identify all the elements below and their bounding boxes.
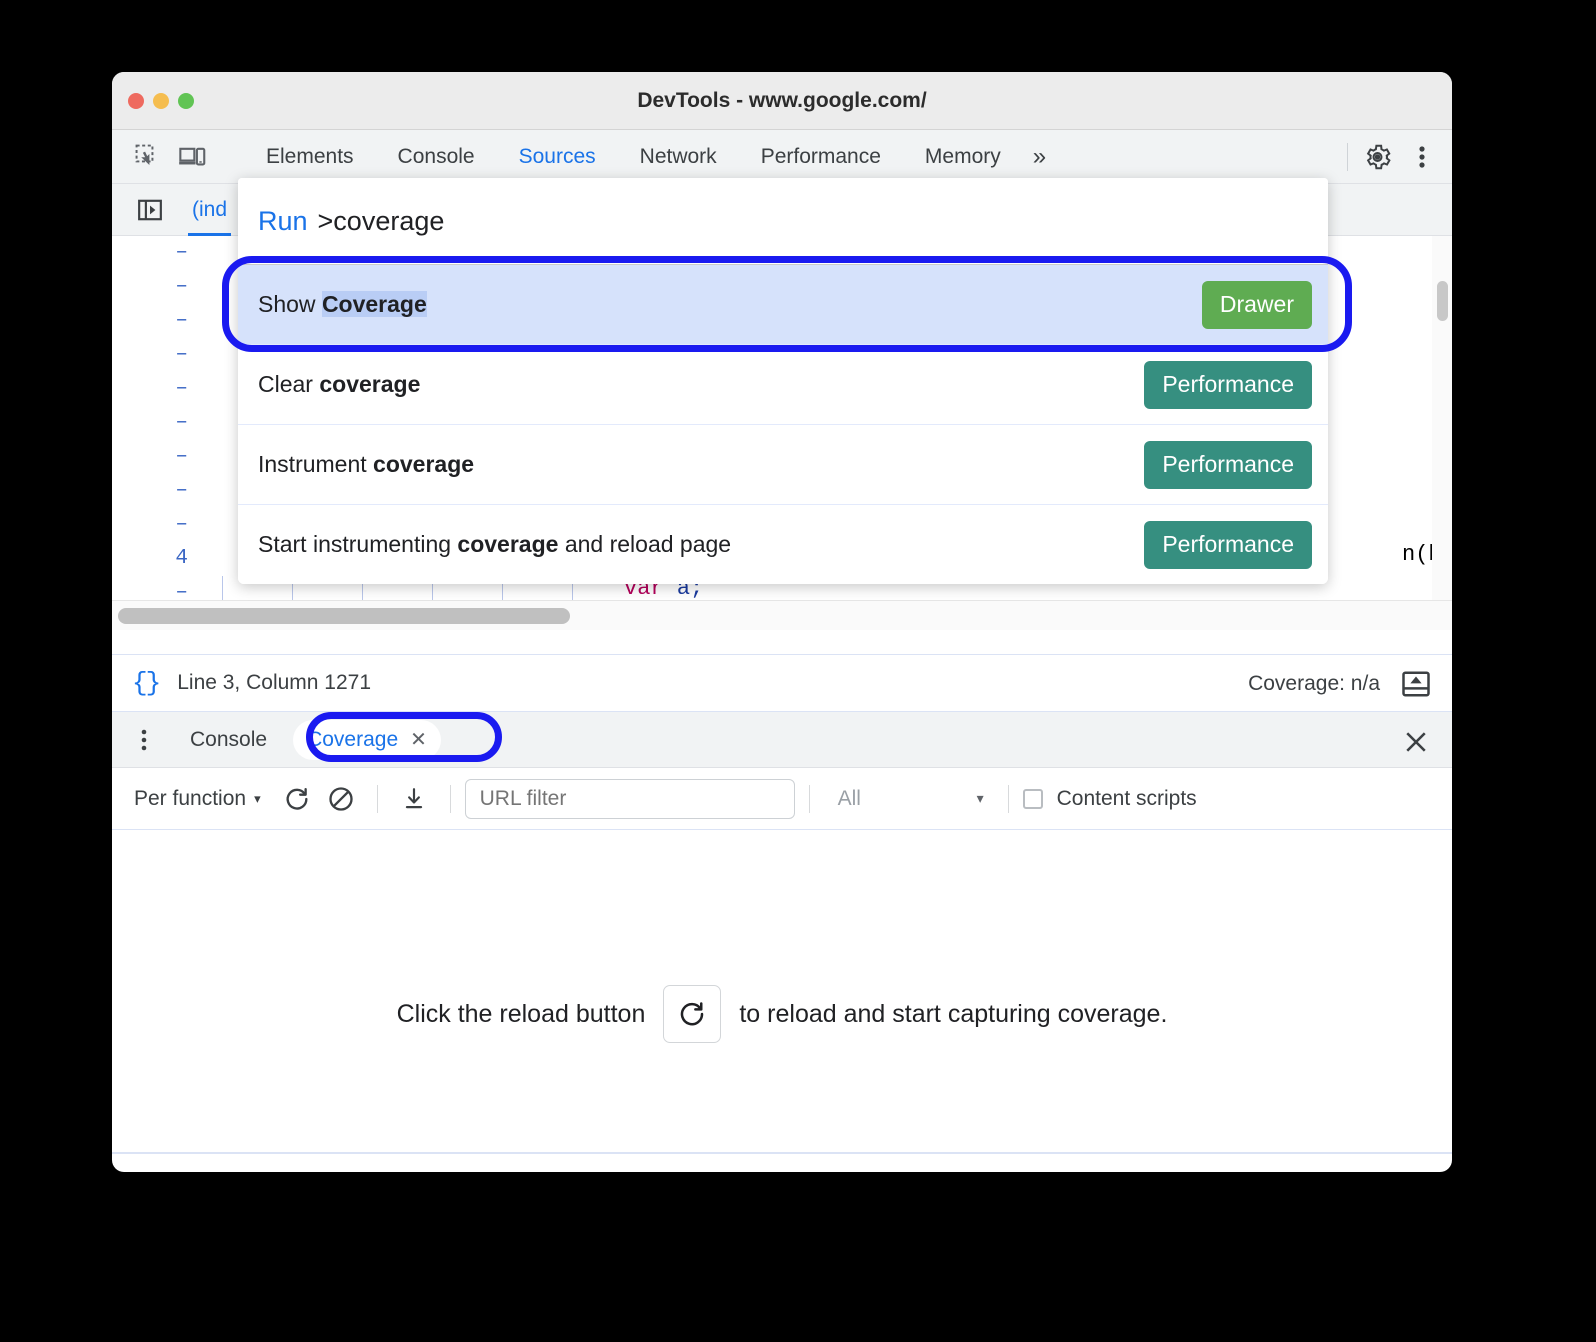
run-prefix-label: Run (258, 205, 308, 236)
cursor-position-label: Line 3, Column 1271 (177, 671, 372, 694)
command-item-badge: Performance (1144, 440, 1312, 489)
coverage-status-label: Coverage: n/a (1248, 672, 1380, 695)
line-number: – (175, 377, 188, 400)
command-item-show-coverage[interactable]: Show Coverage Drawer (238, 264, 1328, 344)
tab-network[interactable]: Network (618, 130, 739, 184)
coverage-type-filter-value: All (837, 786, 861, 810)
command-item-label: Instrument coverage (258, 451, 474, 478)
window-title: DevTools - www.google.com/ (637, 89, 927, 112)
command-item-match: coverage (457, 531, 559, 557)
line-number: – (175, 513, 188, 536)
reload-icon[interactable] (663, 985, 722, 1043)
download-icon[interactable] (392, 777, 436, 821)
command-item-text-before: Instrument (258, 451, 374, 477)
gear-icon[interactable] (1356, 135, 1400, 179)
command-item-match: coverage (319, 371, 421, 397)
devtools-tabbar: Elements Console Sources Network Perform… (112, 130, 1452, 184)
close-icon[interactable]: ✕ (410, 730, 427, 750)
tab-sources[interactable]: Sources (497, 130, 618, 184)
coverage-type-filter-select[interactable]: All ▾ (824, 787, 994, 811)
command-item-text-after: and reload page (558, 531, 732, 557)
coverage-toolbar: Per function ▾ All (112, 768, 1452, 830)
command-item-clear-coverage[interactable]: Clear coverage Performance (238, 344, 1328, 424)
more-tools-icon[interactable] (124, 720, 164, 760)
drawer-tab-label: Coverage (307, 727, 399, 751)
command-item-text-before: Clear (258, 371, 320, 397)
line-number: 4 (175, 547, 188, 570)
drawer-tabbar: Console Coverage ✕ (112, 712, 1452, 768)
coverage-mode-dropdown[interactable]: Per function ▾ (128, 787, 267, 811)
command-item-match: coverage (373, 451, 475, 477)
pretty-print-icon[interactable]: {} (132, 668, 161, 698)
chevron-down-icon: ▾ (976, 790, 984, 806)
window-titlebar: DevTools - www.google.com/ (112, 72, 1452, 130)
coverage-empty-state: Click the reload button to reload and st… (112, 830, 1452, 1150)
command-palette-input-value[interactable]: >coverage (318, 206, 445, 237)
command-item-label: Show Coverage (258, 291, 427, 318)
command-item-text-before: Start instrumenting (258, 531, 458, 557)
file-tab-index[interactable]: (ind (188, 184, 232, 236)
command-item-match: Coverage (321, 291, 427, 317)
drawer-tab-console[interactable]: Console (176, 720, 281, 760)
coverage-mode-label: Per function (134, 786, 247, 810)
command-palette-results: Show Coverage Drawer Clear coverage Perf… (238, 264, 1328, 584)
drawer-tab-label: Console (190, 727, 268, 751)
command-item-badge: Drawer (1201, 280, 1312, 329)
more-tabs-chevron-icon[interactable]: » (1023, 130, 1054, 184)
show-drawer-icon[interactable] (1394, 662, 1438, 706)
clear-icon[interactable] (319, 777, 363, 821)
command-item-badge: Performance (1144, 360, 1312, 409)
scrollbar-thumb[interactable] (1437, 281, 1448, 321)
empty-message-before: Click the reload button (396, 999, 646, 1028)
content-scripts-checkbox[interactable] (1022, 788, 1043, 809)
status-bar-right: Coverage: n/a (1248, 655, 1438, 713)
reload-icon[interactable] (275, 777, 319, 821)
divider (449, 784, 451, 813)
command-item-start-instrumenting-coverage[interactable]: Start instrumenting coverage and reload … (238, 504, 1328, 584)
empty-message-after: to reload and start capturing coverage. (739, 999, 1168, 1028)
tab-elements[interactable]: Elements (244, 130, 376, 184)
url-filter-input[interactable] (464, 778, 795, 819)
tab-memory[interactable]: Memory (903, 130, 1023, 184)
divider (1007, 784, 1009, 813)
command-item-text-before: Show (258, 291, 322, 317)
divider (808, 784, 810, 813)
content-scripts-checkbox-row[interactable]: Content scripts (1022, 786, 1197, 811)
command-item-instrument-coverage[interactable]: Instrument coverage Performance (238, 424, 1328, 504)
line-number: – (175, 275, 188, 298)
command-palette-query-row[interactable]: Run >coverage (238, 178, 1328, 264)
tabbar-right-controls (1347, 130, 1444, 184)
tab-console[interactable]: Console (376, 130, 497, 184)
coverage-empty-message: Click the reload button to reload and st… (112, 985, 1452, 1043)
divider (376, 784, 378, 813)
kebab-menu-icon[interactable] (1400, 135, 1444, 179)
sources-status-bar: {} Line 3, Column 1271 Coverage: n/a (112, 654, 1452, 712)
drawer-tab-coverage[interactable]: Coverage ✕ (293, 719, 441, 760)
line-number: – (175, 309, 188, 332)
inspect-element-icon[interactable] (126, 135, 170, 179)
line-number: – (175, 445, 188, 468)
tab-performance[interactable]: Performance (739, 130, 903, 184)
line-number: – (175, 241, 188, 264)
line-number: – (175, 479, 188, 502)
command-item-badge: Performance (1144, 520, 1312, 569)
line-number: – (175, 343, 188, 366)
line-number-gutter: – – – – – – – – – 4 – (112, 236, 202, 630)
command-palette: Run >coverage Show Coverage Drawer Clear… (238, 178, 1328, 584)
editor-horizontal-scrollbar[interactable] (112, 600, 1452, 630)
device-toolbar-icon[interactable] (170, 135, 214, 179)
line-number: – (175, 411, 188, 434)
command-item-label: Clear coverage (258, 371, 420, 398)
panel-tabs: Elements Console Sources Network Perform… (244, 130, 1054, 184)
show-navigator-icon[interactable] (128, 188, 172, 232)
content-scripts-label: Content scripts (1056, 786, 1197, 810)
scrollbar-thumb[interactable] (118, 608, 570, 624)
chevron-down-icon: ▾ (254, 790, 261, 806)
divider (112, 1152, 1452, 1154)
command-item-label: Start instrumenting coverage and reload … (258, 531, 731, 558)
editor-vertical-scrollbar[interactable] (1432, 236, 1452, 600)
close-drawer-icon[interactable] (1394, 720, 1438, 764)
divider (1347, 143, 1348, 171)
